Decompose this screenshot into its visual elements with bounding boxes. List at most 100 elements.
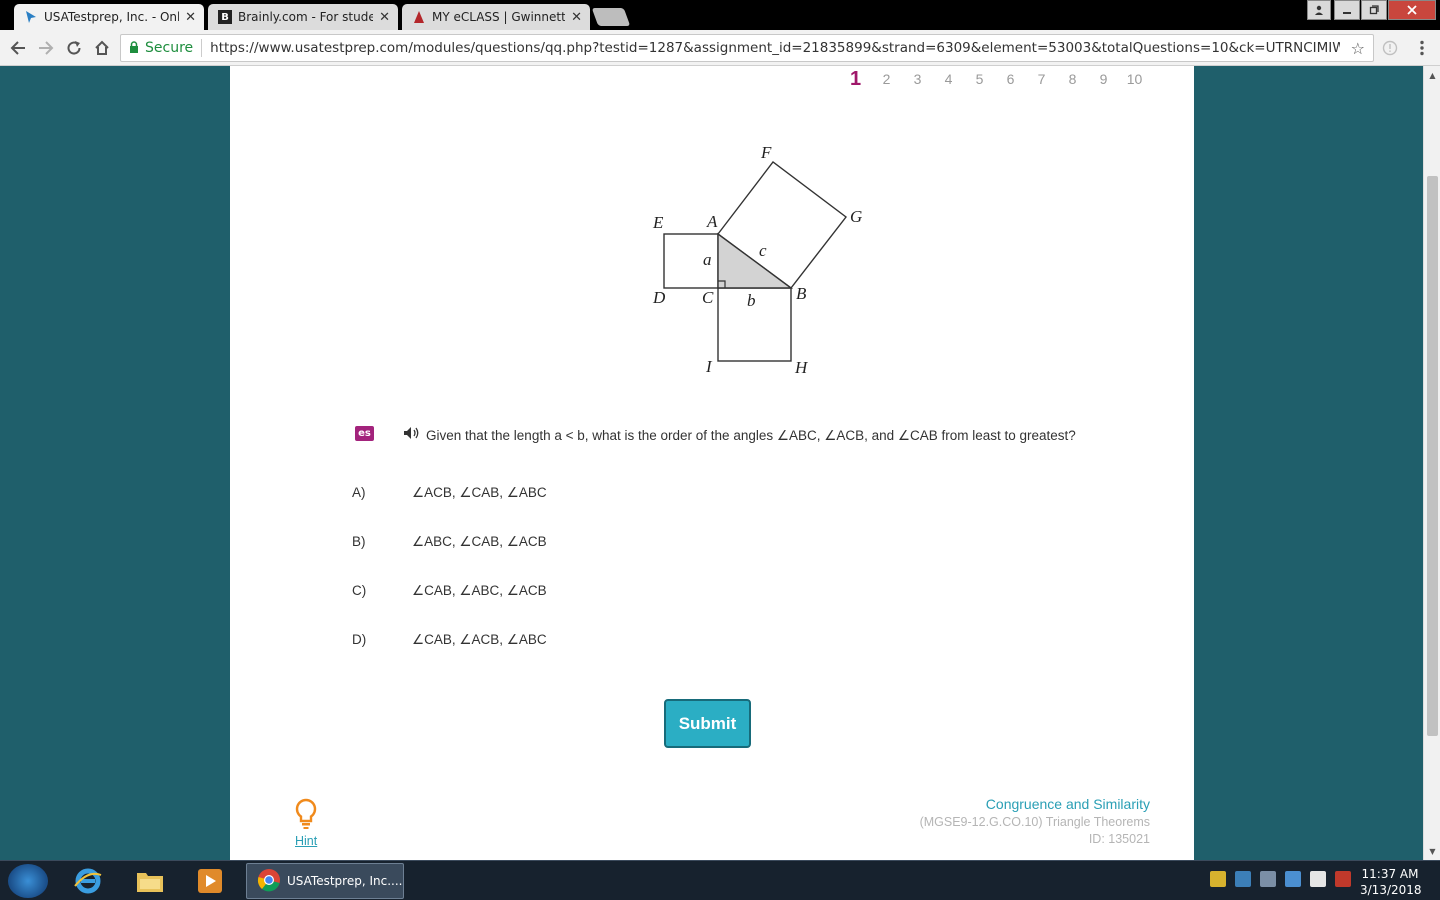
question-number-7[interactable]: 7 xyxy=(1026,71,1057,87)
internet-explorer-icon[interactable] xyxy=(70,865,106,897)
label-d: D xyxy=(652,288,666,307)
hint-link[interactable]: Hint xyxy=(295,834,317,848)
minimize-icon[interactable] xyxy=(1334,0,1360,20)
speaker-icon[interactable] xyxy=(403,426,421,444)
brainly-icon: B xyxy=(218,10,232,24)
label-e: E xyxy=(652,213,664,232)
reload-icon[interactable] xyxy=(62,36,86,60)
info-icon[interactable] xyxy=(1378,36,1402,60)
vertical-scrollbar[interactable]: ▲ ▼ xyxy=(1423,66,1440,860)
taskbar-chrome-window[interactable]: USATestprep, Inc.... xyxy=(246,863,404,899)
tab-title: Brainly.com - For studen xyxy=(238,10,374,24)
label-i: I xyxy=(705,357,713,376)
label-a-vertex: A xyxy=(706,212,718,231)
question-number-4[interactable]: 4 xyxy=(933,71,964,87)
system-tray xyxy=(1210,871,1351,887)
answer-choice-b[interactable]: B) ∠ABC, ∠CAB, ∠ACB xyxy=(352,534,952,556)
scroll-down-arrow-icon[interactable]: ▼ xyxy=(1424,844,1440,858)
question-page: 1 2 3 4 5 6 7 8 9 10 F G E A a c D C b B… xyxy=(230,66,1194,860)
restore-icon[interactable] xyxy=(1361,0,1387,20)
address-bar[interactable]: Secure https://www.usatestprep.com/modul… xyxy=(120,34,1374,62)
answer-choice-d[interactable]: D) ∠CAB, ∠ACB, ∠ABC xyxy=(352,632,952,654)
windows-start-icon[interactable] xyxy=(8,864,48,898)
tray-network-icon[interactable] xyxy=(1235,871,1251,887)
divider xyxy=(201,39,203,57)
label-h: H xyxy=(794,358,809,377)
standard-label: (MGSE9-12.G.CO.10) Triangle Theorems xyxy=(919,815,1150,829)
label-side-a: a xyxy=(703,250,712,269)
question-metadata: Congruence and Similarity (MGSE9-12.G.CO… xyxy=(920,796,1150,846)
close-icon[interactable]: ✕ xyxy=(379,10,390,25)
label-g: G xyxy=(850,207,862,226)
question-navigation: 1 2 3 4 5 6 7 8 9 10 xyxy=(840,66,1150,92)
media-player-icon[interactable] xyxy=(192,865,228,897)
label-side-c: c xyxy=(759,241,767,260)
lock-icon xyxy=(129,40,139,56)
spanish-translation-button[interactable]: es xyxy=(355,426,374,441)
answer-choice-c[interactable]: C) ∠CAB, ∠ABC, ∠ACB xyxy=(352,583,952,605)
tray-shield-icon[interactable] xyxy=(1210,871,1226,887)
taskbar-clock[interactable]: 11:37 AM 3/13/2018 xyxy=(1360,866,1422,898)
user-icon[interactable] xyxy=(1307,0,1331,20)
choice-text: ∠ABC, ∠CAB, ∠ACB xyxy=(412,534,547,549)
back-icon[interactable] xyxy=(6,36,30,60)
question-number-5[interactable]: 5 xyxy=(964,71,995,87)
clock-date: 3/13/2018 xyxy=(1360,883,1422,897)
window-close-icon[interactable] xyxy=(1388,0,1436,20)
eclass-icon xyxy=(412,10,426,24)
close-icon[interactable]: ✕ xyxy=(185,10,196,25)
browser-titlebar: USATestprep, Inc. - Onlin ✕ B Brainly.co… xyxy=(0,0,1440,30)
question-id: ID: 135021 xyxy=(1088,832,1150,846)
scrollbar-thumb[interactable] xyxy=(1427,176,1438,736)
question-number-2[interactable]: 2 xyxy=(871,71,902,87)
tray-volume-muted-icon[interactable] xyxy=(1335,871,1351,887)
question-text: Given that the length a < b, what is the… xyxy=(426,428,1076,443)
browser-toolbar: Secure https://www.usatestprep.com/modul… xyxy=(0,30,1440,66)
forward-icon[interactable] xyxy=(34,36,58,60)
tab-eclass[interactable]: MY eCLASS | Gwinnett C ✕ xyxy=(402,4,590,30)
topic-link[interactable]: Congruence and Similarity xyxy=(920,796,1150,812)
question-number-3[interactable]: 3 xyxy=(902,71,933,87)
file-explorer-icon[interactable] xyxy=(132,865,168,897)
choice-letter: A) xyxy=(352,485,366,500)
scroll-up-arrow-icon[interactable]: ▲ xyxy=(1424,68,1440,82)
cursor-arrow-icon xyxy=(24,10,38,24)
choice-text: ∠CAB, ∠ABC, ∠ACB xyxy=(412,583,547,598)
secure-label: Secure xyxy=(145,40,194,56)
tab-title: USATestprep, Inc. - Onlin xyxy=(44,10,180,24)
question-number-6[interactable]: 6 xyxy=(995,71,1026,87)
question-number-1[interactable]: 1 xyxy=(840,68,871,91)
label-c-vertex: C xyxy=(702,288,714,307)
url-text[interactable]: https://www.usatestprep.com/modules/ques… xyxy=(210,40,1340,56)
question-number-9[interactable]: 9 xyxy=(1088,71,1119,87)
clock-time: 11:37 AM xyxy=(1361,867,1419,881)
label-side-b: b xyxy=(747,291,756,310)
chrome-icon xyxy=(257,868,281,895)
label-b-vertex: B xyxy=(796,284,807,303)
windows-taskbar: USATestprep, Inc.... 11:37 AM 3/13/2018 xyxy=(0,860,1440,900)
lightbulb-icon[interactable] xyxy=(294,798,318,834)
label-f: F xyxy=(760,143,772,162)
tray-device-icon[interactable] xyxy=(1260,871,1276,887)
choice-letter: C) xyxy=(352,583,367,598)
bookmark-star-icon[interactable]: ☆ xyxy=(1351,39,1365,58)
choice-letter: D) xyxy=(352,632,367,647)
answer-choice-a[interactable]: A) ∠ACB, ∠CAB, ∠ABC xyxy=(352,485,952,507)
tab-usatestprep[interactable]: USATestprep, Inc. - Onlin ✕ xyxy=(14,4,204,30)
right-triangle-abc xyxy=(717,232,794,289)
tray-flag-icon[interactable] xyxy=(1310,871,1326,887)
question-number-8[interactable]: 8 xyxy=(1057,71,1088,87)
menu-kebab-icon[interactable] xyxy=(1410,36,1434,60)
home-icon[interactable] xyxy=(90,36,114,60)
tab-brainly[interactable]: B Brainly.com - For studen ✕ xyxy=(208,4,398,30)
choice-text: ∠ACB, ∠CAB, ∠ABC xyxy=(412,485,547,500)
tray-app-icon[interactable] xyxy=(1285,871,1301,887)
new-tab-button[interactable] xyxy=(591,8,631,26)
question-number-10[interactable]: 10 xyxy=(1119,71,1150,87)
choice-letter: B) xyxy=(352,534,366,549)
submit-button[interactable]: Submit xyxy=(664,699,751,748)
tab-title: MY eCLASS | Gwinnett C xyxy=(432,10,566,24)
pythagorean-diagram: F G E A a c D C b B I H xyxy=(652,143,862,377)
close-icon[interactable]: ✕ xyxy=(571,10,582,25)
taskbar-task-label: USATestprep, Inc.... xyxy=(287,874,403,888)
